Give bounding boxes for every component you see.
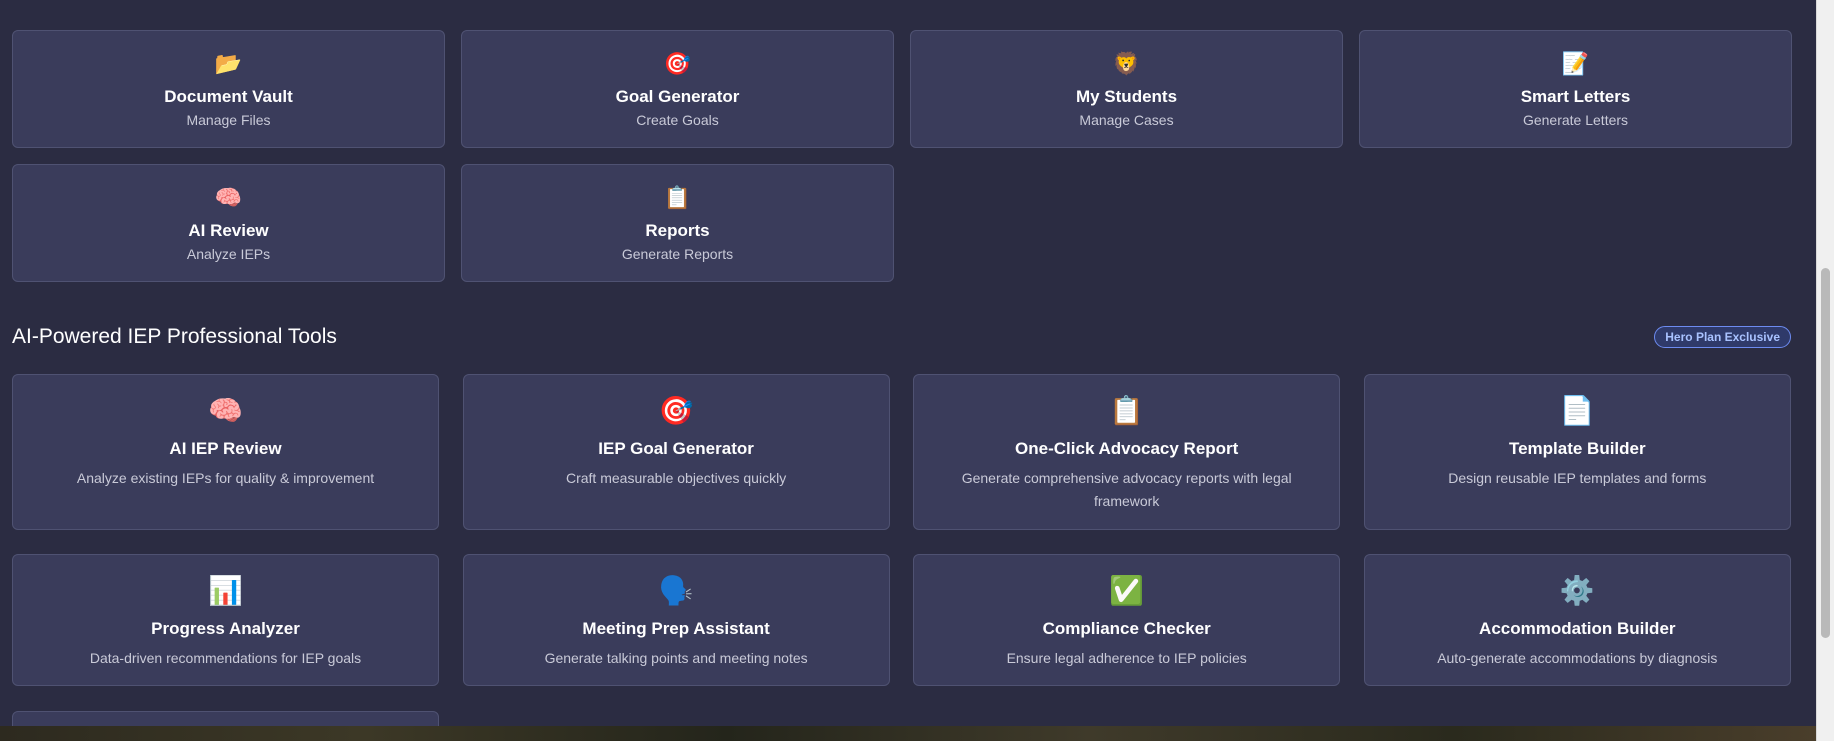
bar-chart-icon: 📊 [208,575,243,606]
scrollbar-thumb[interactable] [1821,268,1830,638]
tool-card-template-builder[interactable]: 📄 Template Builder Design reusable IEP t… [1363,374,1791,530]
target-icon: 🎯 [663,51,692,76]
tool-card-accommodation-builder[interactable]: ⚙️ Accommodation Builder Auto-generate a… [1363,554,1791,686]
tool-description: Ensure legal adherence to IEP policies [1006,650,1247,666]
tool-title: Compliance Checker [1042,619,1211,638]
quick-link-smart-letters[interactable]: 📝 Smart Letters Generate Letters [1359,30,1792,148]
brain-icon: 🧠 [214,185,243,210]
tool-card-partial[interactable] [12,711,439,726]
document-icon: 📄 [1559,395,1595,426]
tool-title: Template Builder [1508,439,1646,458]
quick-link-my-students[interactable]: 🦁 My Students Manage Cases [910,30,1343,148]
section-title: AI-Powered IEP Professional Tools [12,325,337,348]
tools-section-header: AI-Powered IEP Professional Tools Hero P… [12,322,1791,352]
desktop-background [0,726,1816,741]
tool-title: One-Click Advocacy Report [1015,439,1239,458]
tool-description: Analyze existing IEPs for quality & impr… [76,470,375,486]
tool-card-compliance-checker[interactable]: ✅ Compliance Checker Ensure legal adhere… [913,554,1341,686]
quick-link-title: Reports [645,221,710,240]
quick-links-grid: 📂 Document Vault Manage Files 🎯 Goal Gen… [12,30,1792,282]
target-icon: 🎯 [658,395,694,426]
lion-icon: 🦁 [1112,51,1141,76]
quick-link-subtitle: Generate Letters [1522,112,1629,128]
quick-link-title: Goal Generator [615,87,740,106]
tools-grid: 🧠 AI IEP Review Analyze existing IEPs fo… [12,374,1791,686]
tool-description: Generate comprehensive advocacy reports … [961,470,1292,509]
quick-link-ai-review[interactable]: 🧠 AI Review Analyze IEPs [12,164,445,282]
tool-card-advocacy-report[interactable]: 📋 One-Click Advocacy Report Generate com… [913,374,1341,530]
quick-link-subtitle: Analyze IEPs [186,246,271,262]
quick-link-title: My Students [1075,87,1178,106]
quick-link-subtitle: Manage Files [186,112,271,128]
tool-title: AI IEP Review [169,439,282,458]
tool-card-progress-analyzer[interactable]: 📊 Progress Analyzer Data-driven recommen… [12,554,439,686]
quick-link-title: AI Review [188,221,269,240]
speaking-head-icon: 🗣️ [658,575,694,606]
app-window: 📂 Document Vault Manage Files 🎯 Goal Gen… [0,0,1816,726]
clipboard-icon: 📋 [1109,395,1145,426]
quick-link-title: Document Vault [164,87,293,106]
memo-icon: 📝 [1561,51,1590,76]
quick-link-subtitle: Manage Cases [1079,112,1174,128]
tool-description: Auto-generate accommodations by diagnosi… [1437,650,1718,666]
plan-badge: Hero Plan Exclusive [1654,326,1791,348]
tool-card-ai-iep-review[interactable]: 🧠 AI IEP Review Analyze existing IEPs fo… [12,374,439,530]
brain-icon: 🧠 [208,395,243,426]
tool-card-iep-goal-generator[interactable]: 🎯 IEP Goal Generator Craft measurable ob… [462,374,890,530]
check-mark-icon: ✅ [1109,575,1145,606]
tool-description: Craft measurable objectives quickly [565,470,787,486]
tool-title: Meeting Prep Assistant [582,619,770,638]
clipboard-icon: 📋 [663,185,692,210]
tool-description: Generate talking points and meeting note… [544,650,808,666]
gear-icon: ⚙️ [1559,575,1595,606]
tool-title: Accommodation Builder [1479,619,1676,638]
quick-link-goal-generator[interactable]: 🎯 Goal Generator Create Goals [461,30,894,148]
quick-link-title: Smart Letters [1520,87,1631,106]
tool-title: IEP Goal Generator [598,439,754,458]
tool-card-meeting-prep[interactable]: 🗣️ Meeting Prep Assistant Generate talki… [462,554,890,686]
quick-link-reports[interactable]: 📋 Reports Generate Reports [461,164,894,282]
quick-link-subtitle: Generate Reports [621,246,734,262]
vertical-scrollbar[interactable] [1816,0,1834,741]
tool-description: Design reusable IEP templates and forms [1448,470,1707,486]
tool-description: Data-driven recommendations for IEP goal… [89,650,362,666]
quick-link-document-vault[interactable]: 📂 Document Vault Manage Files [12,30,445,148]
quick-link-subtitle: Create Goals [636,112,719,128]
folder-icon: 📂 [214,51,243,76]
tool-title: Progress Analyzer [151,619,300,638]
